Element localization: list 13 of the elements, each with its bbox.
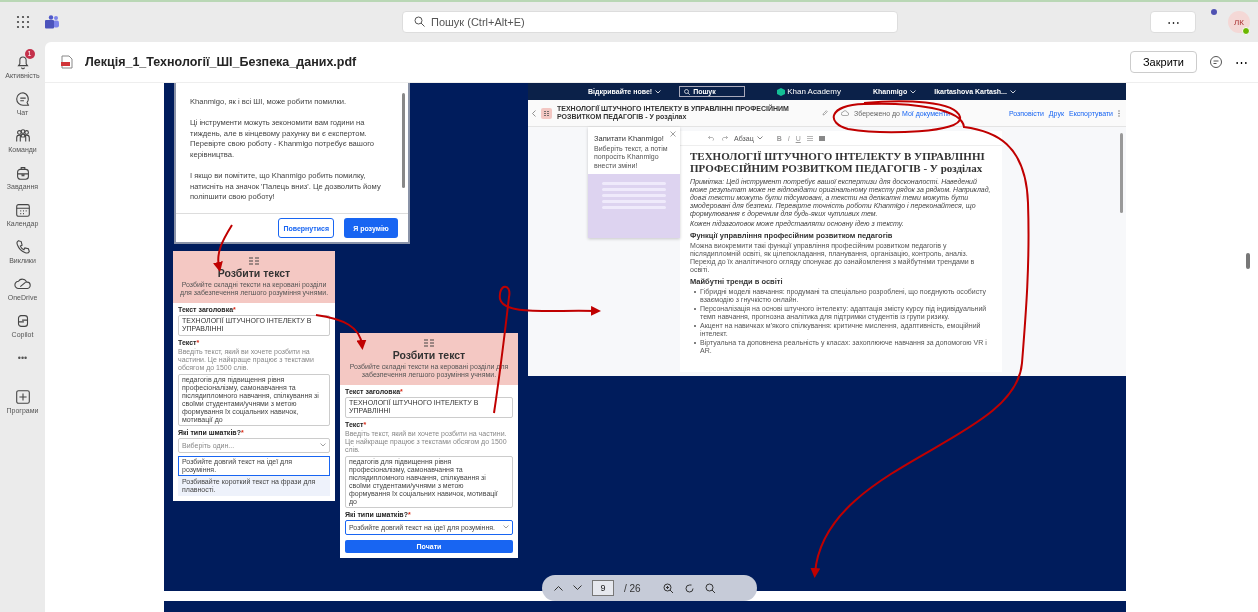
site-logo[interactable]: Khan Academy [777,87,841,96]
file-title: Лекція_1_Технології_ШІ_Безпека_даних.pdf [85,55,357,69]
page-number-field[interactable]: 9 [592,580,614,596]
more-button[interactable]: ⋯ [1150,11,1196,33]
page-total: / 26 [624,582,641,594]
document-heading: ТЕХНОЛОГІЇ ШТУЧНОГО ІНТЕЛЕКТУ В УПРАВЛІННІ ПРОФЕСІЙНИМ РОЗВИТКОМ ПЕДАГОГІВ - У розділах [690,150,986,175]
user-avatar[interactable]: ЛК [1228,11,1250,33]
card-title: Розбити текст [392,349,466,361]
card-title: Розбити текст [217,267,291,279]
close-button[interactable]: Закрити [1129,51,1197,73]
more-button[interactable]: ⋯ [1235,54,1248,70]
rail-item[interactable]: ••• [0,344,45,372]
search-field[interactable]: Пошук (Ctrl+Alt+E) [402,11,898,33]
